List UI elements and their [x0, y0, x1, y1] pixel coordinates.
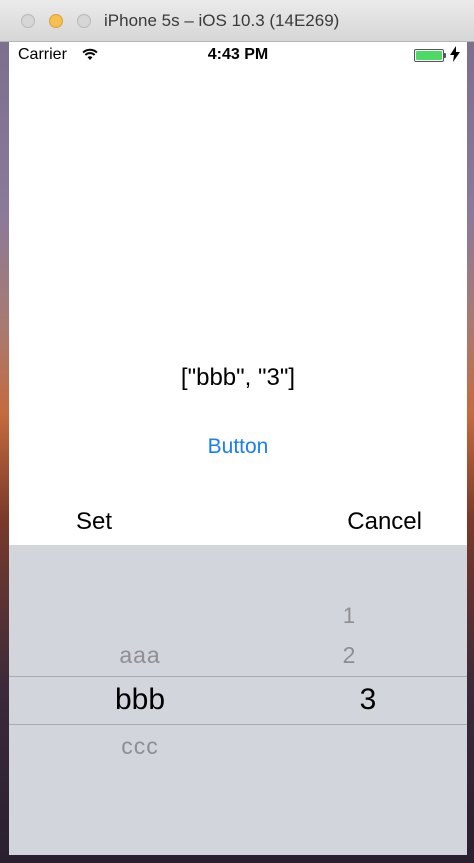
picker-column1-item[interactable]: aaa — [90, 642, 190, 669]
picker-toolbar: Set Cancel — [9, 504, 467, 545]
picker-view[interactable]: aaa bbb ccc 1 2 3 — [9, 545, 467, 855]
picker-column1-item[interactable]: ccc — [90, 733, 190, 760]
status-time: 4:43 PM — [207, 46, 269, 63]
selection-indicator-top — [9, 676, 467, 677]
battery-level — [416, 51, 442, 60]
battery-tip — [444, 53, 446, 58]
window-minimize-button[interactable] — [49, 14, 63, 28]
selection-result-label: ["bbb", "3"] — [180, 364, 296, 391]
charging-bolt-icon — [450, 46, 460, 62]
window-close-button[interactable] — [21, 14, 35, 28]
cancel-button[interactable]: Cancel — [347, 508, 422, 536]
status-bar: Carrier 4:43 PM — [9, 42, 467, 70]
set-button[interactable]: Set — [76, 508, 112, 536]
simulator-title-bar: iPhone 5s – iOS 10.3 (14E269) — [0, 0, 474, 42]
picker-column2-selected-item[interactable]: 3 — [318, 683, 418, 717]
picker-column1-selected-item[interactable]: bbb — [90, 683, 190, 717]
battery-icon — [414, 49, 444, 62]
window-zoom-button[interactable] — [77, 14, 91, 28]
window-title: iPhone 5s – iOS 10.3 (14E269) — [104, 11, 340, 30]
device-screen: Carrier 4:43 PM ["bbb", "3"] Button Set … — [9, 42, 467, 855]
selection-indicator-bottom — [9, 724, 467, 725]
show-picker-button[interactable]: Button — [188, 435, 288, 459]
picker-column2-item[interactable]: 1 — [299, 603, 399, 629]
picker-column2-item[interactable]: 2 — [299, 642, 399, 669]
